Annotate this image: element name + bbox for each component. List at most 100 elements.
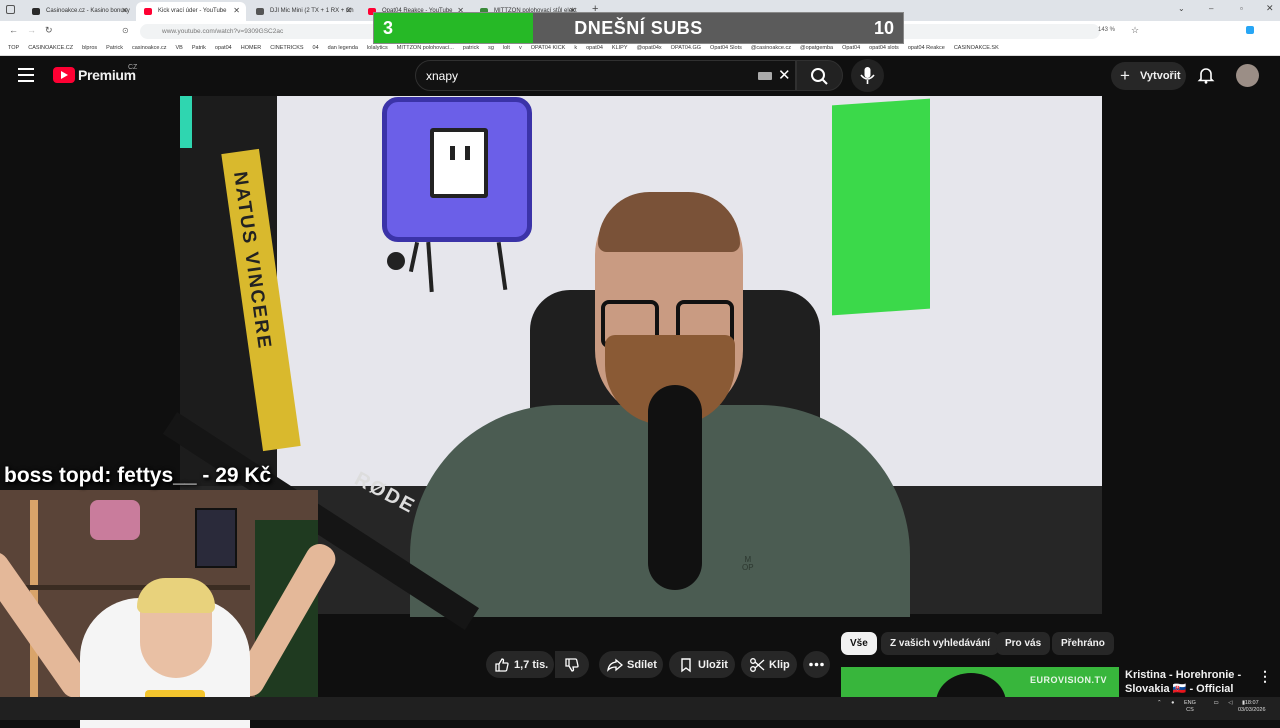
browser-tab[interactable]: Casinoakce.cz - Kasino bonusy ✕ (24, 2, 134, 21)
browser-tab[interactable]: Kick vrací úder - YouTube ✕ (136, 2, 246, 21)
thumbs-up-icon (495, 658, 509, 672)
bookmark-item[interactable]: @opat04x (637, 45, 662, 51)
shirt-logo: M OP (742, 555, 754, 572)
hamburger-menu-icon[interactable] (18, 68, 34, 82)
subs-goal-target: 10 (873, 18, 894, 38)
search-box[interactable] (415, 60, 796, 91)
bookmark-item[interactable]: MITTZON polohovací... (397, 45, 454, 51)
bookmark-item[interactable]: Opat04 Slots (710, 45, 742, 51)
language-code[interactable]: ENG (1184, 700, 1196, 707)
bookmark-item[interactable]: CINETRICKS (270, 45, 303, 51)
mascot-hand (387, 252, 405, 270)
close-window-button[interactable]: ✕ (1266, 3, 1274, 14)
tab-title: Casinoakce.cz - Kasino bonusy (46, 8, 130, 14)
keyboard-layout[interactable]: CS (1186, 707, 1194, 714)
youtube-logo-icon[interactable] (53, 67, 75, 83)
network-icon[interactable]: ▭ (1213, 700, 1218, 706)
bookmark-star-icon[interactable]: ☆ (1131, 25, 1139, 36)
donation-alert-text: boss topd: fettys__ - 29 Kč (4, 464, 272, 487)
browser-tab[interactable]: DJI Mic Mini (2 TX + 1 RX + Ch ✕ (248, 2, 358, 21)
bookmark-item[interactable]: @opatgemba (800, 45, 833, 51)
bookmark-item[interactable]: OPAT04.GG (671, 45, 701, 51)
bookmark-item[interactable]: casinoakce.cz (132, 45, 167, 51)
bookmark-item[interactable]: KLIPY (612, 45, 628, 51)
site-info-icon[interactable]: ⊙ (122, 26, 129, 35)
bookmark-item[interactable]: lolalytics (367, 45, 388, 51)
thumbnail-watermark: EUROVISION.TV (1029, 675, 1107, 685)
bookmark-item[interactable]: sg (488, 45, 494, 51)
search-button[interactable] (796, 60, 843, 91)
video-options-icon[interactable]: ⋮ (1258, 668, 1272, 685)
scissors-icon (750, 658, 765, 672)
bookmark-item[interactable]: CASINOAKCE.SK (954, 45, 999, 51)
bookmark-item[interactable]: lolt (503, 45, 510, 51)
keyboard-icon[interactable] (758, 72, 772, 80)
search-input[interactable]: xnapy (426, 69, 458, 83)
more-actions-button[interactable] (803, 651, 830, 678)
bookmark-item[interactable]: patrick (463, 45, 479, 51)
subs-goal-title: DNEŠNÍ SUBS (574, 18, 703, 38)
back-button[interactable]: ← (9, 25, 18, 35)
tray-expand-icon[interactable]: ⌃ (1157, 700, 1162, 706)
bookmark-item[interactable]: @casinoakce.cz (751, 45, 791, 51)
bookmark-item[interactable]: opat04 Reakce (908, 45, 945, 51)
bookmark-item[interactable]: OPAT04 KICK (531, 45, 566, 51)
video-accent (180, 96, 192, 148)
chip-all[interactable]: Vše (841, 632, 877, 655)
tab-search-icon[interactable]: ⌄ (1178, 4, 1185, 13)
subs-goal-overlay: 3 DNEŠNÍ SUBS 10 (373, 12, 904, 44)
clock-date: 03/03/2026 (1238, 707, 1266, 713)
chip-from-searches[interactable]: Z vašich vyhledávání (881, 632, 1000, 655)
bookmark-item[interactable]: Patrick (106, 45, 123, 51)
location-icon: ● (1171, 700, 1175, 706)
create-button[interactable]: + Vytvořit (1111, 62, 1186, 90)
dislike-button[interactable] (555, 651, 589, 678)
kick-logo-icon (832, 98, 930, 316)
notifications-bell-icon[interactable] (1197, 66, 1215, 84)
tab-favicon-icon (144, 8, 152, 15)
volume-icon[interactable]: ◁ (1228, 700, 1232, 706)
bookmarks-bar: TOP CASINOAKCE.CZ blpros Patrick casinoakce.… (0, 42, 1280, 56)
bookmark-item[interactable]: k (574, 45, 577, 51)
minimize-button[interactable]: – (1209, 4, 1213, 13)
like-button[interactable]: 1,7 tis. (486, 651, 554, 678)
zoom-level[interactable]: 143 % (1098, 27, 1115, 33)
studio-microphone (648, 385, 702, 590)
close-tab-icon[interactable]: ✕ (345, 6, 352, 15)
bookmark-item[interactable]: CASINOAKCE.CZ (28, 45, 73, 51)
bookmark-item[interactable]: HOMER (241, 45, 261, 51)
clip-button[interactable]: Klip (741, 651, 797, 678)
tab-title: Kick vrací úder - YouTube (158, 8, 227, 14)
taskbar-clock[interactable]: 18:07 03/03/2026 (1238, 700, 1266, 714)
maximize-button[interactable]: ▫ (1240, 4, 1243, 13)
extension-icon[interactable] (1246, 26, 1254, 34)
bookmark-item[interactable]: 04 (313, 45, 319, 51)
windows-taskbar (0, 697, 1280, 720)
close-tab-icon[interactable]: ✕ (121, 6, 128, 15)
close-tab-icon[interactable]: ✕ (233, 6, 240, 15)
chip-watched[interactable]: Přehráno (1052, 632, 1114, 655)
webcam-person-hair (137, 578, 215, 613)
bookmark-item[interactable]: Patrik (192, 45, 206, 51)
tab-title: DJI Mic Mini (2 TX + 1 RX + Ch (270, 8, 354, 14)
bookmark-item[interactable]: dan legenda (328, 45, 358, 51)
bookmark-item[interactable]: blpros (82, 45, 97, 51)
tab-actions-icon[interactable] (6, 5, 15, 14)
account-avatar[interactable] (1236, 64, 1259, 87)
bookmark-item[interactable]: Opat04 (842, 45, 860, 51)
reload-button[interactable]: ↻ (45, 25, 53, 36)
chip-for-you[interactable]: Pro vás (996, 632, 1051, 655)
bookmark-item[interactable]: opat04 slots (869, 45, 899, 51)
bookmark-item[interactable]: v (519, 45, 522, 51)
bookmark-item[interactable]: VB (176, 45, 183, 51)
clock-time: 18:07 (1244, 700, 1259, 706)
bookmark-item[interactable]: TOP (8, 45, 19, 51)
share-button[interactable]: Sdílet (599, 651, 663, 678)
twitch-logo-icon (430, 128, 488, 198)
bookmark-item[interactable]: opat04 (586, 45, 603, 51)
voice-search-button[interactable] (851, 59, 884, 92)
bookmark-item[interactable]: opat04 (215, 45, 232, 51)
clear-search-icon[interactable]: ✕ (778, 66, 791, 84)
save-button[interactable]: Uložit (669, 651, 735, 678)
forward-button[interactable]: → (27, 25, 36, 35)
